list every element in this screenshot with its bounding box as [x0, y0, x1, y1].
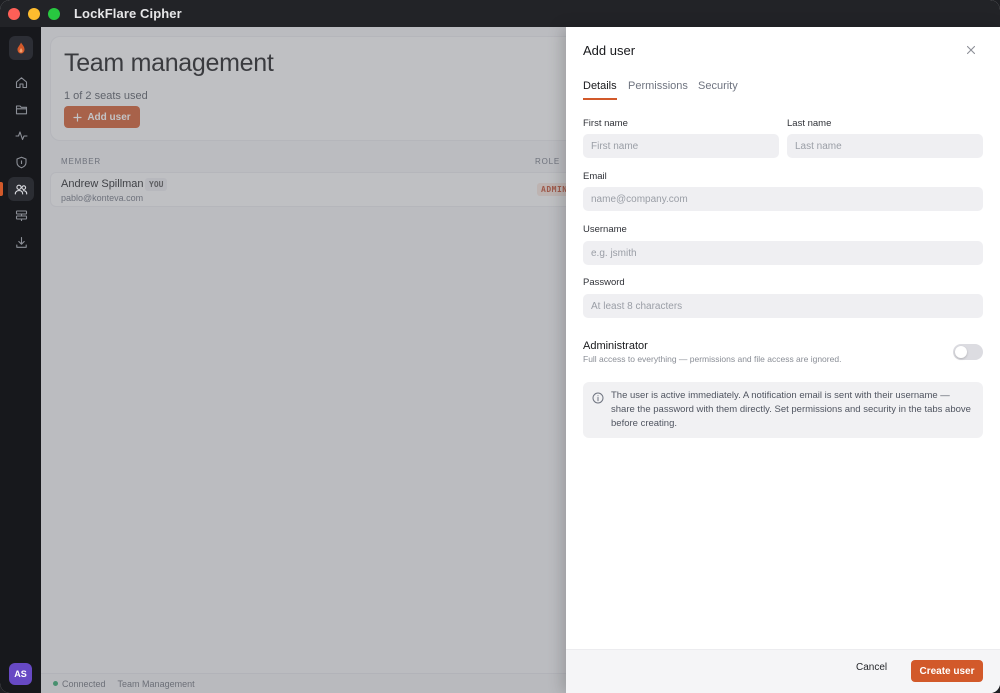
title-bar: LockFlare Cipher — [0, 0, 1000, 27]
cancel-button[interactable]: Cancel — [856, 662, 887, 673]
info-text: The user is active immediately. A notifi… — [611, 390, 971, 429]
flame-icon — [17, 42, 25, 54]
info-callout: The user is active immediately. A notifi… — [583, 382, 983, 438]
app-title: LockFlare Cipher — [74, 6, 182, 21]
close-icon[interactable] — [965, 44, 977, 56]
sidebar-item-team[interactable] — [8, 177, 34, 201]
activity-icon — [14, 130, 28, 140]
maximize-window-button[interactable] — [48, 7, 60, 20]
sidebar-item-activity[interactable] — [8, 123, 34, 147]
tab-details[interactable]: Details — [583, 80, 617, 100]
sidebar: AS — [0, 27, 41, 693]
sidebar-item-home[interactable] — [8, 70, 34, 94]
first-name-label: First name — [583, 118, 628, 129]
users-icon — [14, 184, 28, 195]
sidebar-item-servers[interactable] — [8, 203, 34, 227]
administrator-description: Full access to everything — permissions … — [583, 354, 842, 364]
home-icon — [15, 76, 27, 88]
first-name-input[interactable] — [583, 134, 779, 158]
user-avatar[interactable]: AS — [9, 663, 32, 685]
administrator-title: Administrator — [583, 340, 648, 352]
password-input[interactable] — [583, 294, 983, 318]
drawer-title: Add user — [583, 43, 636, 58]
last-name-label: Last name — [787, 118, 832, 129]
create-user-button[interactable]: Create user — [911, 660, 983, 682]
administrator-toggle[interactable] — [953, 344, 983, 360]
app-window: LockFlare Cipher AS Team management 1 of… — [0, 0, 1000, 693]
app-logo[interactable] — [9, 36, 33, 60]
tab-permissions[interactable]: Permissions — [628, 80, 688, 98]
sidebar-item-security[interactable] — [8, 150, 34, 174]
window-controls — [8, 7, 60, 20]
username-label: Username — [583, 224, 627, 235]
drawer-footer: Cancel Create user — [566, 649, 1000, 693]
email-label: Email — [583, 171, 607, 182]
password-label: Password — [583, 277, 625, 288]
shield-icon — [15, 156, 27, 168]
email-input[interactable] — [583, 187, 983, 211]
info-icon — [592, 392, 604, 404]
tab-security[interactable]: Security — [698, 80, 738, 98]
toggle-knob — [955, 346, 967, 358]
minimize-window-button[interactable] — [28, 7, 40, 20]
last-name-input[interactable] — [787, 134, 983, 158]
username-input[interactable] — [583, 241, 983, 265]
close-window-button[interactable] — [8, 7, 20, 20]
sidebar-item-downloads[interactable] — [8, 230, 34, 254]
add-user-drawer: Add user Details Permissions Security Fi… — [566, 27, 1000, 693]
download-icon — [15, 236, 27, 248]
active-nav-indicator — [0, 182, 3, 196]
servers-icon — [15, 209, 27, 221]
folder-icon — [15, 104, 27, 114]
sidebar-item-files[interactable] — [8, 97, 34, 121]
modal-backdrop[interactable] — [41, 27, 566, 693]
